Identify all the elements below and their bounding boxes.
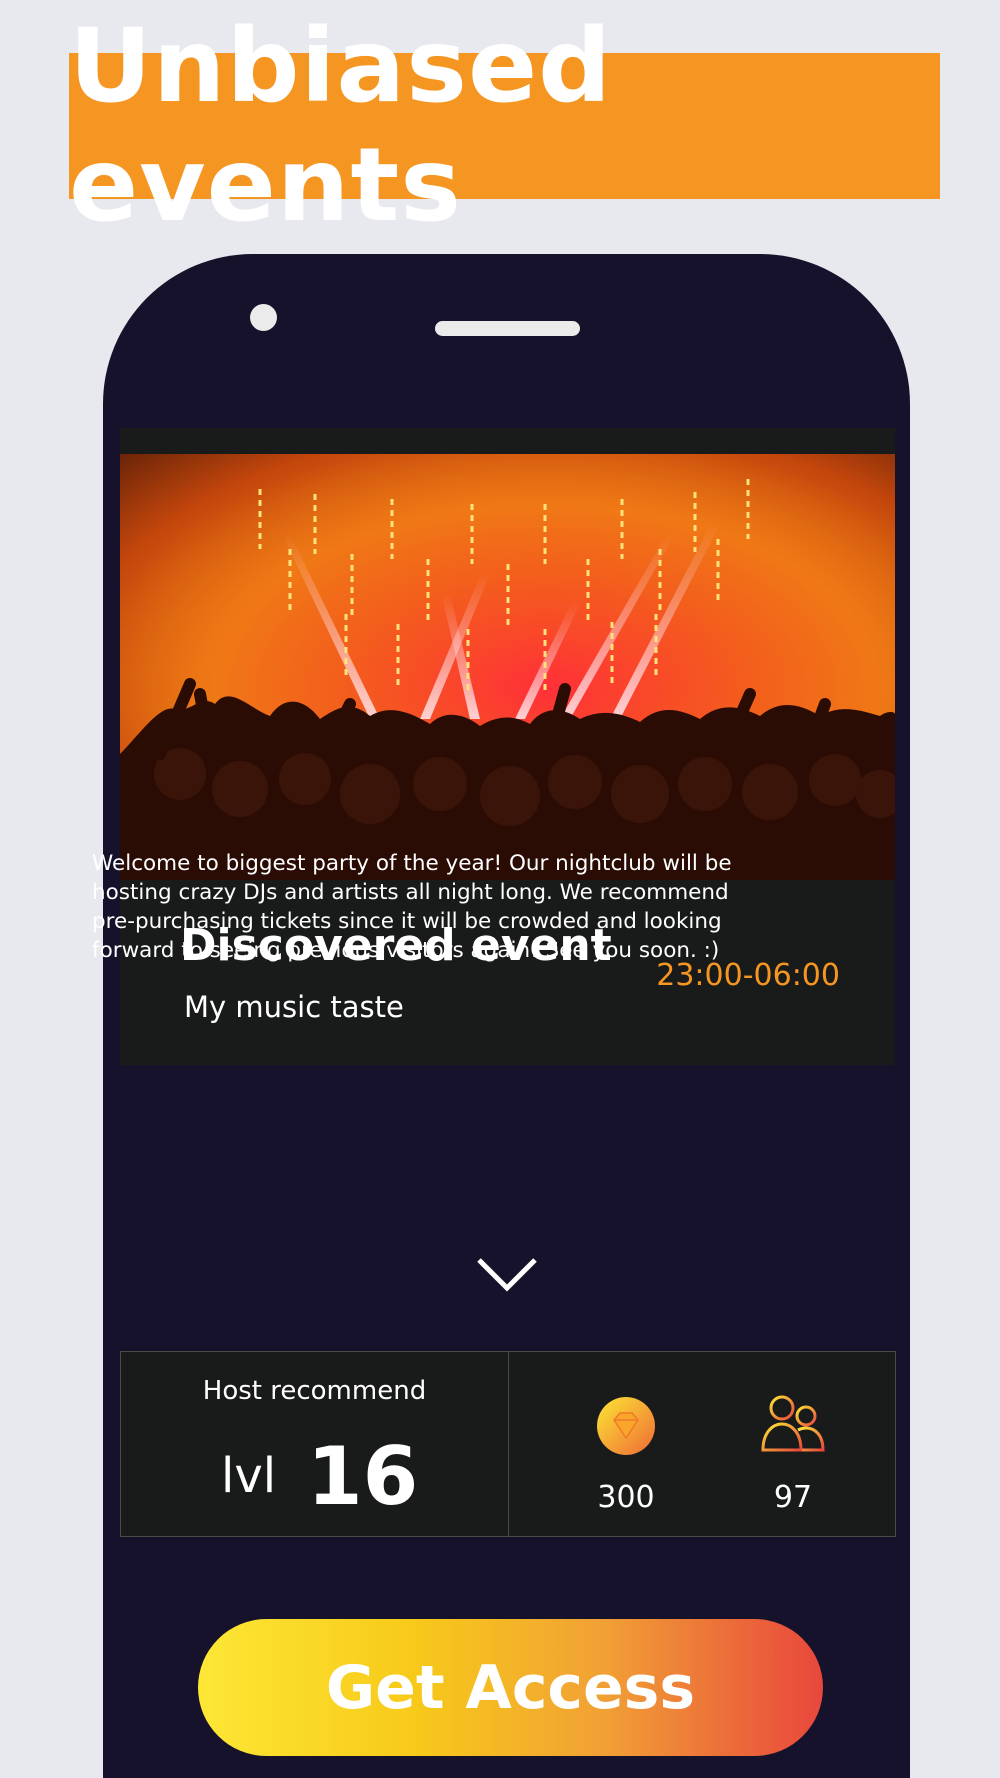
host-recommend-stat: Host recommend lvl 16 — [121, 1352, 509, 1536]
attendee-count: 97 — [773, 1480, 813, 1515]
get-access-label: Get Access — [325, 1652, 696, 1723]
chevron-down-icon[interactable] — [475, 1254, 539, 1294]
earpiece-speaker — [435, 321, 580, 336]
get-access-button[interactable]: Get Access — [198, 1619, 823, 1756]
reward-stats: 300 97 — [509, 1352, 895, 1536]
people-icon — [760, 1394, 826, 1454]
host-recommend-label: Host recommend — [202, 1376, 427, 1406]
phone-frame: Discovered event My music taste 23:00-06… — [103, 254, 910, 1778]
event-description: Welcome to biggest party of the year! Ou… — [92, 851, 732, 963]
status-bar — [120, 428, 895, 456]
event-hero-image — [120, 454, 895, 880]
level-value: 16 — [307, 1430, 419, 1523]
stats-panel: Host recommend lvl 16 300 97 — [120, 1351, 896, 1537]
level-label: lvl — [221, 1448, 277, 1504]
banner-title: Unbiased events — [69, 7, 613, 245]
gem-count: 300 — [597, 1480, 655, 1515]
diamond-icon — [596, 1396, 656, 1456]
header-banner: Unbiased events — [69, 7, 940, 245]
front-camera — [250, 304, 277, 331]
event-subtitle: My music taste — [184, 990, 404, 1024]
